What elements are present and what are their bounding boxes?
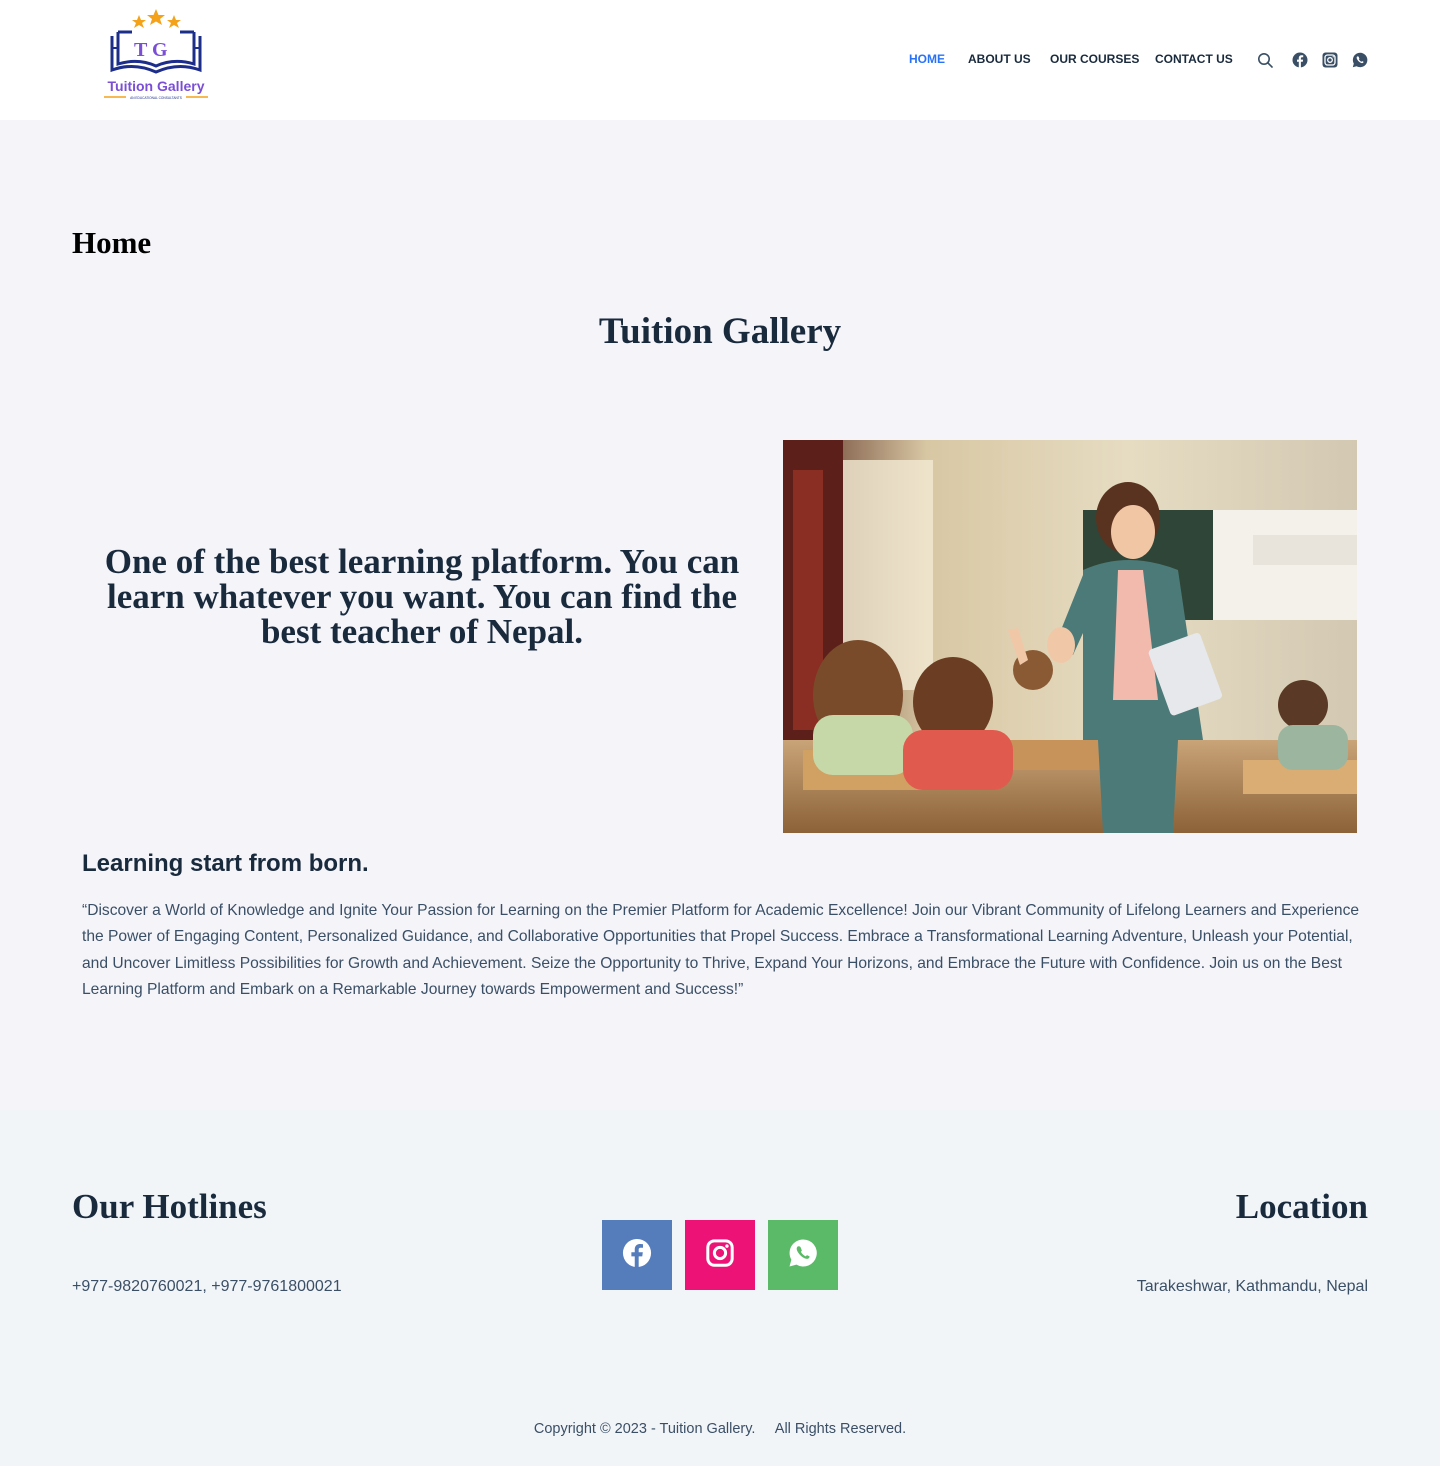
nav-contact-us[interactable]: CONTACT US	[1155, 52, 1233, 66]
logo-tagline: AN EDUCATIONAL CONSULTANTS	[130, 96, 182, 100]
nav-home[interactable]: HOME	[909, 52, 945, 66]
facebook-icon	[622, 1238, 652, 1273]
nav-our-courses[interactable]: OUR COURSES	[1050, 52, 1139, 66]
instagram-icon	[705, 1238, 735, 1273]
logo-graphic: T G Tuition Gallery AN EDUCATIONAL CONSU…	[104, 9, 208, 100]
search-icon[interactable]	[1256, 51, 1274, 69]
hotlines-numbers: +977-9820760021, +977-9761800021	[72, 1278, 342, 1295]
instagram-button[interactable]	[685, 1220, 755, 1290]
logo-initials: T G	[134, 39, 168, 61]
copyright: Copyright © 2023 - Tuition Gallery. All …	[533, 1421, 907, 1437]
hero-image	[783, 440, 1357, 833]
hero-text: One of the best learning platform. You c…	[104, 542, 740, 651]
instagram-icon[interactable]	[1321, 51, 1339, 69]
whatsapp-icon[interactable]	[1351, 51, 1369, 69]
site-header: T G Tuition Gallery AN EDUCATIONAL CONSU…	[0, 0, 1440, 120]
whatsapp-icon	[788, 1238, 818, 1273]
hotlines-heading: Our Hotlines	[72, 1187, 267, 1226]
location-address: Tarakeshwar, Kathmandu, Nepal	[1136, 1278, 1368, 1295]
logo-name: Tuition Gallery	[108, 78, 205, 94]
footer-bottom	[0, 1370, 1440, 1466]
facebook-icon[interactable]	[1291, 51, 1309, 69]
classroom-illustration	[783, 440, 1357, 833]
facebook-button[interactable]	[602, 1220, 672, 1290]
nav-about-us[interactable]: ABOUT US	[968, 52, 1031, 66]
site-logo[interactable]: T G Tuition Gallery AN EDUCATIONAL CONSU…	[98, 6, 216, 106]
whatsapp-button[interactable]	[768, 1220, 838, 1290]
sub-heading: Learning start from born.	[82, 850, 369, 877]
location-heading: Location	[1235, 1187, 1368, 1226]
page-title: Home	[72, 225, 152, 260]
intro-paragraph: “Discover a World of Knowledge and Ignit…	[82, 902, 1360, 998]
site-title: Tuition Gallery	[598, 311, 842, 352]
